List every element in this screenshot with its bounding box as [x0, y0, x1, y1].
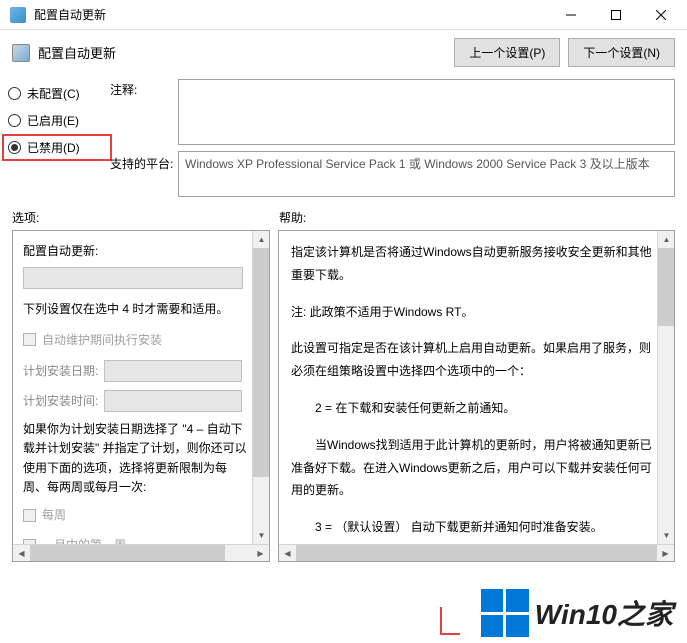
- scroll-up-icon[interactable]: ▲: [253, 231, 270, 248]
- options-horizontal-scrollbar[interactable]: ◀ ▶: [13, 544, 269, 561]
- policy-icon: [12, 44, 30, 62]
- help-text: 指定该计算机是否将通过Windows自动更新服务接收安全更新和其他重要下载。: [291, 241, 652, 287]
- weekly-checkbox[interactable]: 每周: [23, 505, 249, 525]
- radio-label: 已启用(E): [27, 112, 79, 129]
- comment-field[interactable]: [178, 79, 675, 145]
- field-labels: 注释: 支持的平台:: [110, 79, 174, 197]
- help-text: 注: 此政策不适用于Windows RT。: [291, 301, 652, 324]
- help-content: 指定该计算机是否将通过Windows自动更新服务接收安全更新和其他重要下载。 注…: [279, 231, 674, 544]
- help-text: 此设置可指定是否在该计算机上启用自动更新。如果启用了服务，则必须在组策略设置中选…: [291, 337, 652, 383]
- radio-enabled[interactable]: 已启用(E): [8, 112, 106, 129]
- scroll-right-icon[interactable]: ▶: [252, 545, 269, 562]
- help-vertical-scrollbar[interactable]: ▲ ▼: [657, 231, 674, 544]
- scroll-left-icon[interactable]: ◀: [13, 545, 30, 562]
- checkbox-label: 每周: [42, 505, 66, 525]
- help-horizontal-scrollbar[interactable]: ◀ ▶: [279, 544, 674, 561]
- first-week-checkbox[interactable]: 一月中的第一周: [23, 535, 249, 544]
- scroll-up-icon[interactable]: ▲: [658, 231, 675, 248]
- section-headers: 选项: 帮助:: [0, 201, 687, 230]
- platform-label: 支持的平台:: [110, 141, 174, 172]
- help-text: 当Windows找到适用于此计算机的更新时，用户将被通知更新已准备好下载。在进入…: [291, 434, 652, 502]
- watermark: Win10之家: [481, 589, 673, 637]
- options-title: 配置自动更新:: [23, 241, 249, 261]
- titlebar: 配置自动更新: [0, 0, 687, 30]
- checkbox-icon: [23, 509, 36, 522]
- schedule-date-label: 计划安装日期:: [23, 361, 98, 381]
- watermark-text: Win10之家: [535, 593, 673, 633]
- maintenance-checkbox[interactable]: 自动维护期间执行安装: [23, 330, 249, 350]
- app-icon: [10, 7, 26, 23]
- radio-disabled[interactable]: 已禁用(D): [2, 134, 112, 161]
- scroll-left-icon[interactable]: ◀: [279, 545, 296, 562]
- radio-icon: [8, 114, 21, 127]
- schedule-date-row: 计划安装日期:: [23, 360, 249, 382]
- checkbox-label: 一月中的第一周: [42, 535, 126, 544]
- radio-icon: [8, 87, 21, 100]
- maximize-button[interactable]: [593, 1, 638, 29]
- windows-logo-icon: [481, 589, 529, 637]
- panels: 配置自动更新: 下列设置仅在选中 4 时才需要和适用。 自动维护期间执行安装 计…: [0, 230, 687, 562]
- scroll-down-icon[interactable]: ▼: [253, 527, 270, 544]
- schedule-time-select[interactable]: [104, 390, 242, 412]
- config-select[interactable]: [23, 267, 243, 289]
- radio-not-configured[interactable]: 未配置(C): [8, 85, 106, 102]
- scroll-right-icon[interactable]: ▶: [657, 545, 674, 562]
- options-vertical-scrollbar[interactable]: ▲ ▼: [252, 231, 269, 544]
- schedule-description: 如果你为计划安装日期选择了 "4 – 自动下载并计划安装" 并指定了计划，则你还…: [23, 420, 249, 497]
- scroll-down-icon[interactable]: ▼: [658, 527, 675, 544]
- checkbox-icon: [23, 333, 36, 346]
- field-values: Windows XP Professional Service Pack 1 或…: [178, 79, 675, 197]
- supported-platform-field[interactable]: Windows XP Professional Service Pack 1 或…: [178, 151, 675, 197]
- comment-label: 注释:: [110, 81, 174, 141]
- radio-label: 未配置(C): [27, 85, 80, 102]
- config-section: 未配置(C) 已启用(E) 已禁用(D) 注释: 支持的平台: Windows …: [0, 75, 687, 201]
- header: 配置自动更新 上一个设置(P) 下一个设置(N): [0, 30, 687, 75]
- radio-icon: [8, 141, 21, 154]
- radio-label: 已禁用(D): [27, 139, 80, 156]
- options-content: 配置自动更新: 下列设置仅在选中 4 时才需要和适用。 自动维护期间执行安装 计…: [13, 231, 269, 544]
- radio-group: 未配置(C) 已启用(E) 已禁用(D): [8, 79, 106, 197]
- help-text: 2 = 在下载和安装任何更新之前通知。: [291, 397, 652, 420]
- minimize-button[interactable]: [548, 1, 593, 29]
- checkbox-label: 自动维护期间执行安装: [42, 330, 162, 350]
- schedule-time-label: 计划安装时间:: [23, 391, 98, 411]
- options-note: 下列设置仅在选中 4 时才需要和适用。: [23, 299, 249, 319]
- schedule-time-row: 计划安装时间:: [23, 390, 249, 412]
- close-button[interactable]: [638, 1, 683, 29]
- page-title: 配置自动更新: [38, 43, 446, 62]
- help-panel: 指定该计算机是否将通过Windows自动更新服务接收安全更新和其他重要下载。 注…: [278, 230, 675, 562]
- schedule-date-select[interactable]: [104, 360, 242, 382]
- options-panel: 配置自动更新: 下列设置仅在选中 4 时才需要和适用。 自动维护期间执行安装 计…: [12, 230, 270, 562]
- previous-setting-button[interactable]: 上一个设置(P): [454, 38, 560, 67]
- window-title: 配置自动更新: [34, 6, 548, 23]
- next-setting-button[interactable]: 下一个设置(N): [568, 38, 675, 67]
- annotation-bracket: [440, 607, 460, 635]
- options-header: 选项:: [12, 209, 279, 226]
- help-header: 帮助:: [279, 209, 306, 226]
- window-controls: [548, 1, 683, 29]
- help-text: 3 = （默认设置） 自动下载更新并通知何时准备安装。: [291, 516, 652, 539]
